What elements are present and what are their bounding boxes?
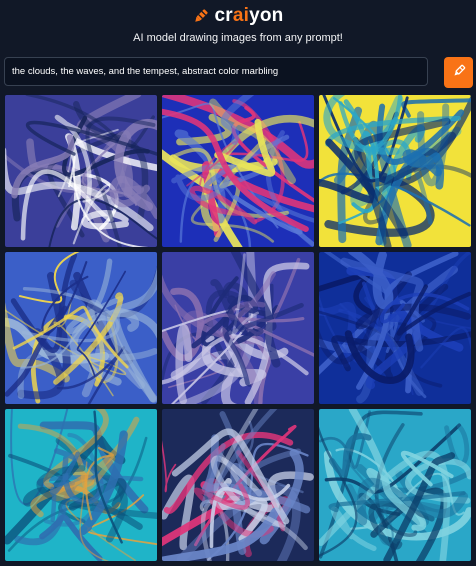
crayon-icon bbox=[451, 63, 467, 82]
prompt-input[interactable] bbox=[4, 57, 428, 86]
crayon-icon bbox=[192, 7, 210, 25]
generated-image-1[interactable] bbox=[4, 94, 158, 248]
generated-image-4[interactable] bbox=[4, 251, 158, 405]
draw-button[interactable] bbox=[444, 57, 473, 88]
generated-image-9[interactable] bbox=[318, 408, 472, 562]
generated-image-2[interactable] bbox=[161, 94, 315, 248]
prompt-bar bbox=[4, 57, 473, 88]
header: craiyon AI model drawing images from any… bbox=[0, 0, 476, 56]
generated-image-6[interactable] bbox=[318, 251, 472, 405]
generated-image-8[interactable] bbox=[161, 408, 315, 562]
generated-image-3[interactable] bbox=[318, 94, 472, 248]
logo[interactable]: craiyon bbox=[0, 4, 476, 28]
results-grid bbox=[4, 94, 472, 562]
generated-image-7[interactable] bbox=[4, 408, 158, 562]
logo-text: craiyon bbox=[214, 5, 284, 26]
generated-image-5[interactable] bbox=[161, 251, 315, 405]
tagline: AI model drawing images from any prompt! bbox=[133, 32, 343, 44]
